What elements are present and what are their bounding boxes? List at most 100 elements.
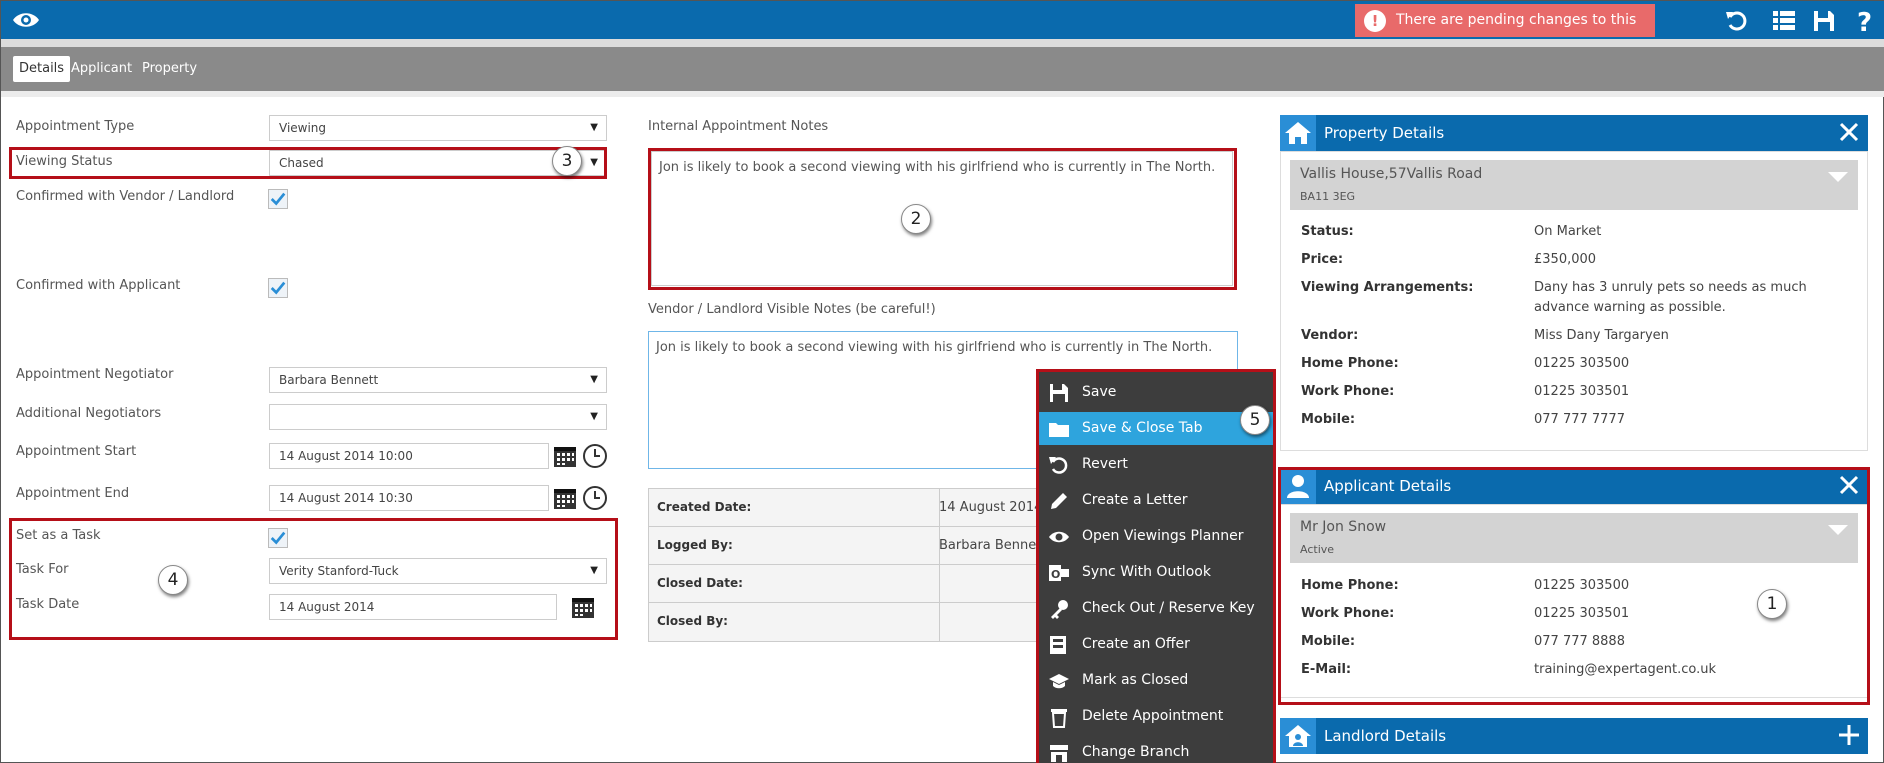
menu-label: Check Out / Reserve Key — [1082, 600, 1255, 616]
menu-item-save[interactable]: Save — [1039, 376, 1273, 409]
callout-2: 2 — [901, 204, 931, 234]
chevron-down-icon[interactable] — [1828, 172, 1848, 182]
landlord-details-header[interactable]: Landlord Details — [1280, 718, 1868, 754]
tab-applicant[interactable]: Applicant — [65, 56, 138, 82]
eye-icon — [1049, 531, 1069, 543]
callout-1: 1 — [1757, 589, 1787, 619]
svg-text:O: O — [1051, 568, 1060, 581]
list-icon[interactable] — [1771, 8, 1797, 34]
confirmed-vendor-label: Confirmed with Vendor / Landlord — [16, 189, 235, 204]
appointment-end-label: Appointment End — [16, 486, 130, 501]
landlord-house-icon — [1280, 718, 1316, 754]
property-summary[interactable]: Vallis House,57Vallis Road BA11 3EG — [1290, 160, 1858, 210]
menu-item-revert[interactable]: Revert — [1039, 448, 1273, 481]
field-label: Price: — [1301, 252, 1344, 267]
menu-label: Save — [1082, 384, 1117, 400]
info-label: Closed Date: — [657, 576, 743, 590]
negotiator-select[interactable]: Barbara Bennett ▼ — [269, 367, 607, 393]
callout-box-1 — [1278, 467, 1870, 705]
menu-label: Sync With Outlook — [1082, 564, 1211, 580]
pencil-icon — [1051, 493, 1067, 509]
menu-item-check-out-key[interactable]: Check Out / Reserve Key — [1039, 592, 1273, 625]
offer-icon — [1050, 636, 1066, 654]
info-label: Closed By: — [657, 614, 728, 628]
eye-icon[interactable] — [11, 10, 41, 30]
key-icon — [1051, 600, 1068, 619]
callout-5: 5 — [1240, 405, 1270, 435]
menu-label: Change Branch — [1082, 744, 1190, 760]
panel-title: Property Details — [1324, 124, 1445, 142]
field-label: Mobile: — [1301, 412, 1356, 427]
dropdown-arrow-icon: ▼ — [590, 122, 598, 133]
appointment-end-input[interactable]: 14 August 2014 10:30 — [269, 485, 549, 511]
save-icon[interactable] — [1811, 8, 1837, 34]
help-icon[interactable]: ? — [1851, 8, 1877, 34]
negotiator-value: Barbara Bennett — [279, 373, 379, 387]
menu-item-create-offer[interactable]: Create an Offer — [1039, 628, 1273, 661]
info-label: Created Date: — [657, 500, 752, 514]
trash-icon — [1051, 709, 1067, 728]
info-value: 14 August 2014 — [939, 500, 1043, 515]
checkmark-icon — [270, 192, 286, 206]
info-value: Barbara Bennett — [939, 538, 1047, 553]
dropdown-arrow-icon: ▼ — [590, 374, 598, 385]
menu-item-create-letter[interactable]: Create a Letter — [1039, 484, 1273, 517]
property-details-header[interactable]: Property Details — [1280, 115, 1868, 151]
callout-box-2 — [648, 148, 1237, 290]
save-icon — [1050, 384, 1068, 402]
clock-icon[interactable] — [582, 443, 608, 469]
confirmed-vendor-checkbox[interactable] — [268, 189, 288, 209]
table-row: Closed Date: — [649, 565, 1067, 603]
dropdown-arrow-icon: ▼ — [590, 411, 598, 422]
actions-menu: Save Save & Close Tab Revert Create a Le… — [1036, 369, 1276, 763]
field-label: Status: — [1301, 224, 1354, 239]
menu-item-mark-closed[interactable]: Mark as Closed — [1039, 664, 1273, 697]
internal-notes-label: Internal Appointment Notes — [648, 119, 829, 134]
callout-3: 3 — [552, 146, 582, 176]
clock-icon[interactable] — [582, 485, 608, 511]
menu-item-change-branch[interactable]: Change Branch — [1039, 736, 1273, 763]
property-details-body: Vallis House,57Vallis Road BA11 3EG Stat… — [1280, 151, 1868, 451]
property-address: Vallis House,57Vallis Road — [1300, 166, 1483, 182]
calendar-icon[interactable] — [552, 485, 578, 511]
panel-title: Landlord Details — [1324, 727, 1447, 745]
undo-icon[interactable] — [1724, 8, 1750, 34]
menu-item-sync-outlook[interactable]: O Sync With Outlook — [1039, 556, 1273, 589]
close-icon[interactable] — [1836, 119, 1862, 145]
field-label: Viewing Arrangements: — [1301, 280, 1474, 295]
undo-icon — [1049, 457, 1068, 474]
vendor-notes-label: Vendor / Landlord Visible Notes (be care… — [648, 302, 936, 317]
negotiator-label: Appointment Negotiator — [16, 367, 174, 382]
field-value: On Market — [1534, 224, 1602, 239]
property-postcode: BA11 3EG — [1300, 190, 1356, 203]
callout-box-4 — [9, 518, 618, 640]
field-value: 077 777 7777 — [1534, 412, 1625, 427]
appointment-type-label: Appointment Type — [16, 119, 135, 134]
menu-label: Mark as Closed — [1082, 672, 1189, 688]
menu-item-save-close-tab[interactable]: Save & Close Tab — [1039, 412, 1273, 445]
field-value: Miss Dany Targaryen — [1534, 328, 1669, 343]
menu-label: Revert — [1082, 456, 1128, 472]
appointment-type-select[interactable]: Viewing ▼ — [269, 115, 607, 141]
table-row: Logged By: Barbara Bennett — [649, 527, 1067, 565]
menu-item-delete-appointment[interactable]: Delete Appointment — [1039, 700, 1273, 733]
additional-negotiators-select[interactable]: ▼ — [269, 404, 607, 430]
checkmark-icon — [270, 281, 286, 295]
plus-icon[interactable] — [1836, 722, 1862, 748]
outlook-icon: O — [1049, 565, 1069, 581]
menu-item-open-viewings-planner[interactable]: Open Viewings Planner — [1039, 520, 1273, 553]
divider — [1, 39, 1884, 47]
field-value: 01225 303501 — [1534, 384, 1630, 399]
column-divider — [939, 603, 940, 641]
field-label: Home Phone: — [1301, 356, 1399, 371]
tab-details[interactable]: Details — [13, 56, 71, 82]
folder-icon — [1049, 423, 1069, 437]
record-info-table: Created Date: 14 August 2014 Logged By: Ba… — [648, 488, 1068, 642]
tab-property[interactable]: Property — [136, 56, 203, 82]
menu-label: Open Viewings Planner — [1082, 528, 1244, 544]
appointment-start-input[interactable]: 14 August 2014 10:00 — [269, 443, 549, 469]
confirmed-applicant-checkbox[interactable] — [268, 278, 288, 298]
table-row: Created Date: 14 August 2014 — [649, 489, 1067, 527]
calendar-icon[interactable] — [552, 443, 578, 469]
menu-label: Create an Offer — [1082, 636, 1190, 652]
